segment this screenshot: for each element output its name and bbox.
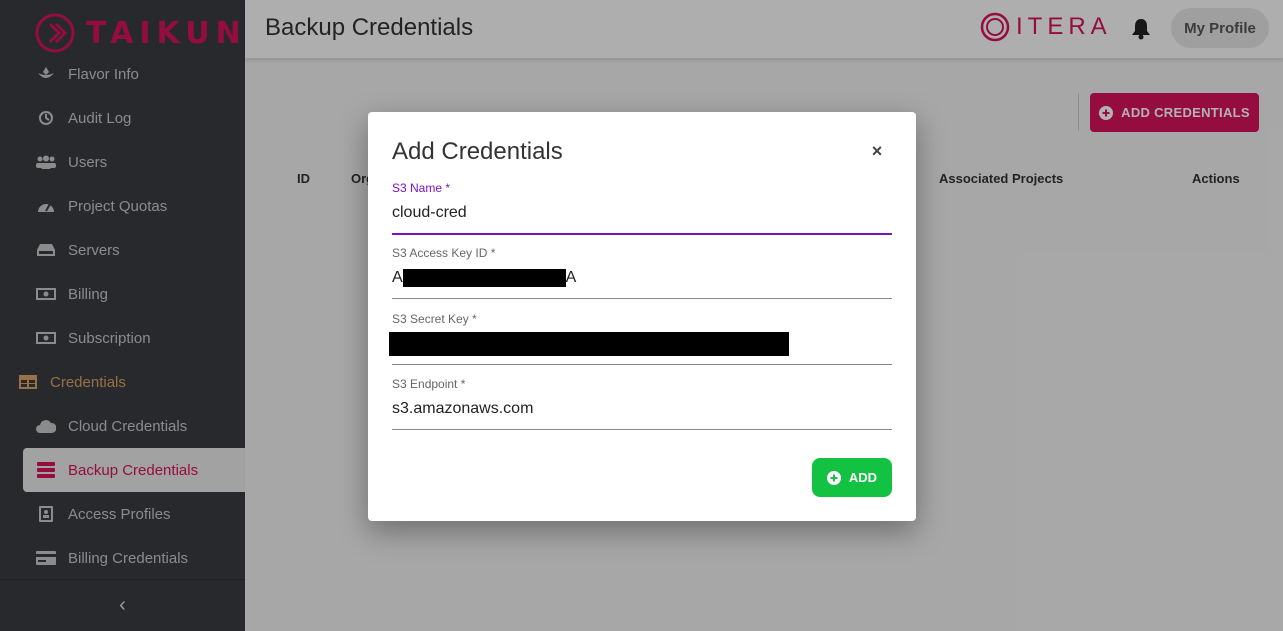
- s3-access-key-id-label: S3 Access Key ID *: [392, 246, 496, 260]
- s3-secret-key-field[interactable]: S3 Secret Key *: [389, 312, 892, 365]
- s3-secret-key-label: S3 Secret Key *: [392, 312, 477, 326]
- s3-name-input[interactable]: cloud-cred: [392, 201, 892, 225]
- plus-circle-icon: [826, 470, 841, 485]
- redaction-bar: [389, 332, 789, 356]
- s3-name-underline: [392, 233, 892, 235]
- s3-name-label: S3 Name *: [392, 181, 451, 195]
- s3-endpoint-label: S3 Endpoint *: [392, 377, 466, 391]
- close-icon[interactable]: ×: [868, 141, 886, 161]
- add-button[interactable]: ADD: [812, 458, 892, 497]
- s3-endpoint-input[interactable]: s3.amazonaws.com: [392, 397, 892, 421]
- s3-endpoint-underline: [392, 429, 892, 430]
- s3-name-field[interactable]: S3 Name * cloud-cred: [392, 181, 892, 235]
- s3-access-key-id-underline: [392, 298, 892, 299]
- s3-secret-key-underline: [392, 364, 892, 365]
- dialog-title: Add Credentials: [392, 138, 563, 165]
- add-button-label: ADD: [848, 470, 878, 485]
- access-key-suffix: A: [565, 269, 577, 286]
- access-key-prefix: A: [392, 269, 403, 286]
- add-credentials-dialog: Add Credentials × S3 Name * cloud-cred S…: [368, 112, 916, 521]
- s3-access-key-id-field[interactable]: S3 Access Key ID * A A: [392, 246, 892, 299]
- s3-access-key-id-input[interactable]: A A: [392, 266, 892, 290]
- s3-secret-key-input[interactable]: [389, 332, 892, 356]
- redaction-bar: [402, 269, 566, 287]
- s3-endpoint-field[interactable]: S3 Endpoint * s3.amazonaws.com: [392, 377, 892, 430]
